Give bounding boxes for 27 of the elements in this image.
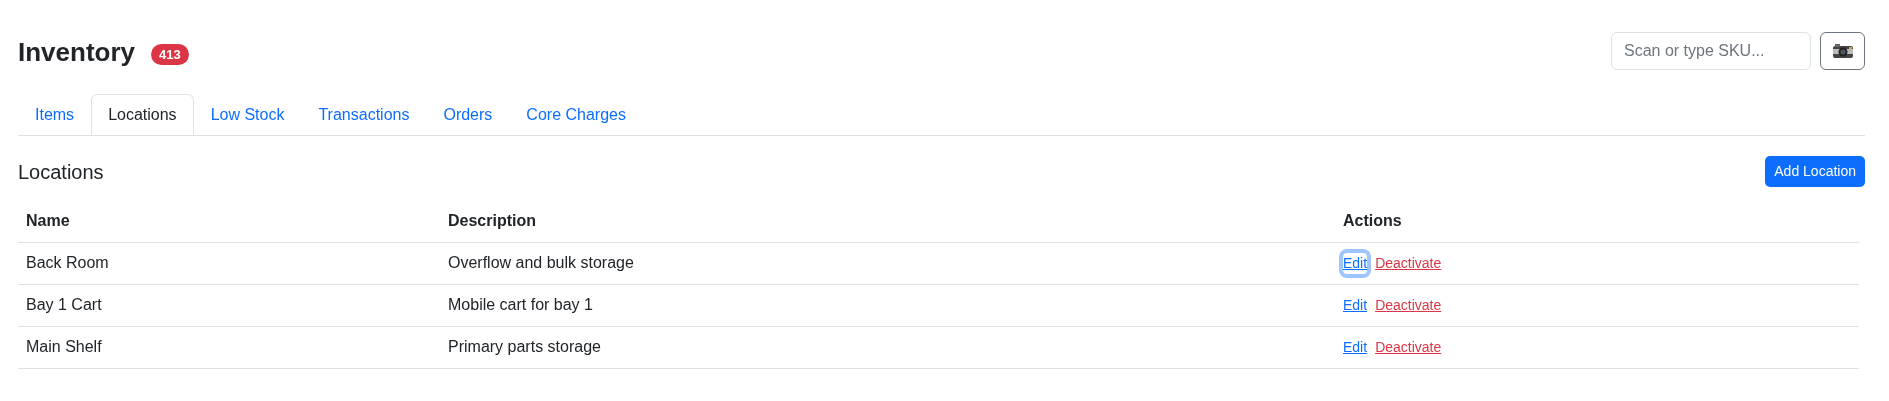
camera-icon <box>1832 44 1853 58</box>
section-title: Locations <box>18 159 104 185</box>
sku-search-field[interactable]: Scan or type SKU... <box>1611 32 1811 70</box>
tab[interactable]: Low Stock <box>193 94 302 135</box>
camera-button[interactable] <box>1820 32 1865 70</box>
deactivate-link[interactable]: Deactivate <box>1375 294 1442 316</box>
page-title: Inventory <box>18 36 136 69</box>
tab[interactable]: Items <box>18 94 92 135</box>
deactivate-link[interactable]: Deactivate <box>1375 252 1442 274</box>
column-header: Actions <box>1335 201 1859 242</box>
tab[interactable]: Transactions <box>301 94 427 135</box>
edit-link[interactable]: Edit <box>1343 294 1368 316</box>
table-cell: Mobile cart for bay 1 <box>440 284 1335 326</box>
column-header: Description <box>440 201 1335 242</box>
deactivate-link[interactable]: Deactivate <box>1375 336 1442 358</box>
tab[interactable]: Orders <box>426 94 510 135</box>
table-cell: Back Room <box>18 242 440 284</box>
table-cell: Bay 1 Cart <box>18 284 440 326</box>
tab[interactable]: Locations <box>91 94 194 135</box>
table-cell: Main Shelf <box>18 326 440 368</box>
table-cell: Overflow and bulk storage <box>440 242 1335 284</box>
table-cell: Primary parts storage <box>440 326 1335 368</box>
count-badge: 413 <box>151 43 189 65</box>
column-header: Name <box>18 201 440 242</box>
add-location-button[interactable]: Add Location <box>1765 156 1865 187</box>
tab[interactable]: Core Charges <box>509 94 643 135</box>
edit-link[interactable]: Edit <box>1343 336 1368 358</box>
